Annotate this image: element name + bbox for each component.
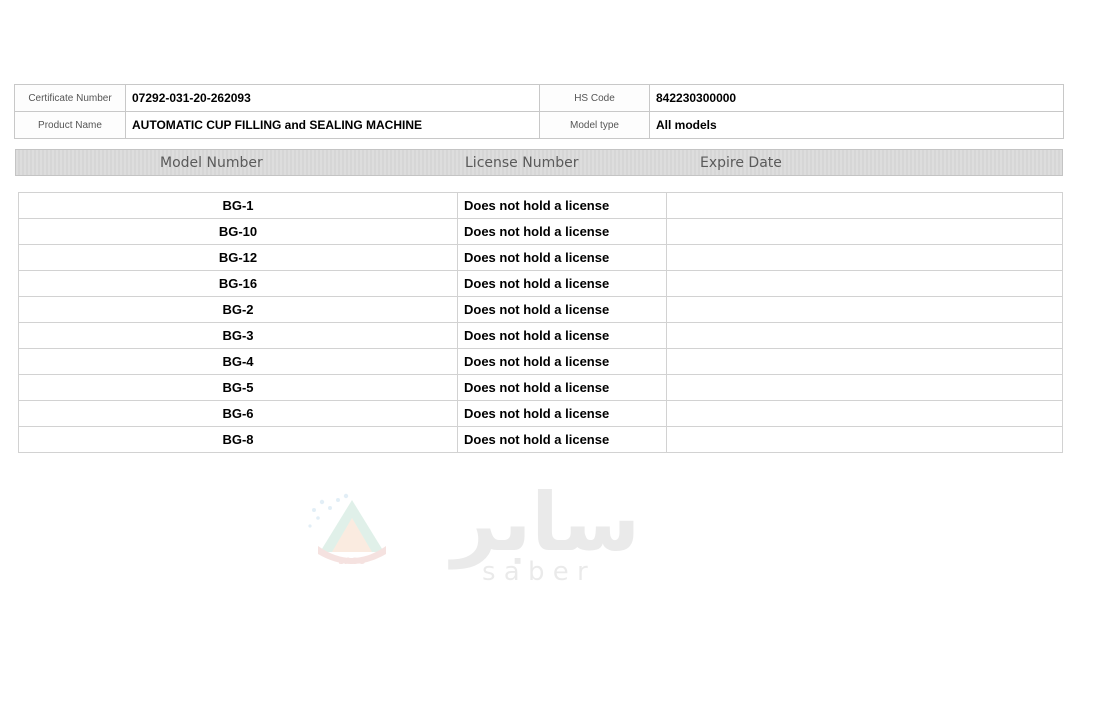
certificate-number-value: 07292-031-20-262093 bbox=[125, 84, 540, 112]
model-number-cell: BG-2 bbox=[18, 296, 458, 323]
table-row: BG-8 Does not hold a license bbox=[18, 426, 1063, 453]
expire-date-cell bbox=[666, 270, 1063, 297]
license-number-cell: Does not hold a license bbox=[457, 348, 667, 375]
expire-date-cell bbox=[666, 296, 1063, 323]
models-table-body: BG-1 Does not hold a license BG-10 Does not… bbox=[18, 192, 1063, 453]
model-number-cell: BG-10 bbox=[18, 218, 458, 245]
info-row-product: Product Name AUTOMATIC CUP FILLING and S… bbox=[14, 111, 1064, 139]
table-row: BG-16 Does not hold a license bbox=[18, 270, 1063, 297]
info-row-certificate: Certificate Number 07292-031-20-262093 H… bbox=[14, 84, 1064, 112]
model-number-cell: BG-12 bbox=[18, 244, 458, 271]
hs-code-label: HS Code bbox=[539, 84, 650, 112]
product-name-value: AUTOMATIC CUP FILLING and SEALING MACHIN… bbox=[125, 111, 540, 139]
license-number-cell: Does not hold a license bbox=[457, 426, 667, 453]
model-number-cell: BG-3 bbox=[18, 322, 458, 349]
model-number-cell: BG-6 bbox=[18, 400, 458, 427]
license-number-cell: Does not hold a license bbox=[457, 244, 667, 271]
license-number-cell: Does not hold a license bbox=[457, 270, 667, 297]
model-type-label: Model type bbox=[539, 111, 650, 139]
model-number-cell: BG-4 bbox=[18, 348, 458, 375]
expire-date-cell bbox=[666, 244, 1063, 271]
saso-logo-icon: SASO bbox=[308, 493, 386, 567]
models-column-header: Model Number License Number Expire Date bbox=[15, 149, 1063, 176]
hs-code-value: 842230300000 bbox=[649, 84, 1064, 112]
saber-watermark: SASO سابر s a b e r bbox=[308, 488, 640, 587]
table-row: BG-3 Does not hold a license bbox=[18, 322, 1063, 349]
watermark-latin-text: s a b e r bbox=[482, 557, 588, 587]
license-number-cell: Does not hold a license bbox=[457, 400, 667, 427]
expire-date-cell bbox=[666, 400, 1063, 427]
column-header-license-number: License Number bbox=[465, 155, 579, 171]
model-number-cell: BG-8 bbox=[18, 426, 458, 453]
certificate-number-label: Certificate Number bbox=[14, 84, 126, 112]
license-number-cell: Does not hold a license bbox=[457, 218, 667, 245]
expire-date-cell bbox=[666, 192, 1063, 219]
table-row: BG-1 Does not hold a license bbox=[18, 192, 1063, 219]
models-table: BG-1 Does not hold a license BG-10 Does not… bbox=[18, 192, 1063, 453]
model-number-cell: BG-16 bbox=[18, 270, 458, 297]
model-type-value: All models bbox=[649, 111, 1064, 139]
expire-date-cell bbox=[666, 348, 1063, 375]
license-number-cell: Does not hold a license bbox=[457, 296, 667, 323]
expire-date-cell bbox=[666, 218, 1063, 245]
column-header-model-number: Model Number bbox=[160, 155, 263, 171]
table-row: BG-10 Does not hold a license bbox=[18, 218, 1063, 245]
license-number-cell: Does not hold a license bbox=[457, 374, 667, 401]
table-row: BG-2 Does not hold a license bbox=[18, 296, 1063, 323]
model-number-cell: BG-5 bbox=[18, 374, 458, 401]
watermark-logo-text: SASO bbox=[338, 557, 366, 567]
license-number-cell: Does not hold a license bbox=[457, 322, 667, 349]
table-row: BG-6 Does not hold a license bbox=[18, 400, 1063, 427]
expire-date-cell bbox=[666, 322, 1063, 349]
column-header-expire-date: Expire Date bbox=[700, 155, 782, 171]
expire-date-cell bbox=[666, 426, 1063, 453]
product-name-label: Product Name bbox=[14, 111, 126, 139]
model-number-cell: BG-1 bbox=[18, 192, 458, 219]
table-row: BG-5 Does not hold a license bbox=[18, 374, 1063, 401]
expire-date-cell bbox=[666, 374, 1063, 401]
table-row: BG-12 Does not hold a license bbox=[18, 244, 1063, 271]
table-row: BG-4 Does not hold a license bbox=[18, 348, 1063, 375]
license-number-cell: Does not hold a license bbox=[457, 192, 667, 219]
certificate-info-table: Certificate Number 07292-031-20-262093 H… bbox=[14, 84, 1064, 139]
